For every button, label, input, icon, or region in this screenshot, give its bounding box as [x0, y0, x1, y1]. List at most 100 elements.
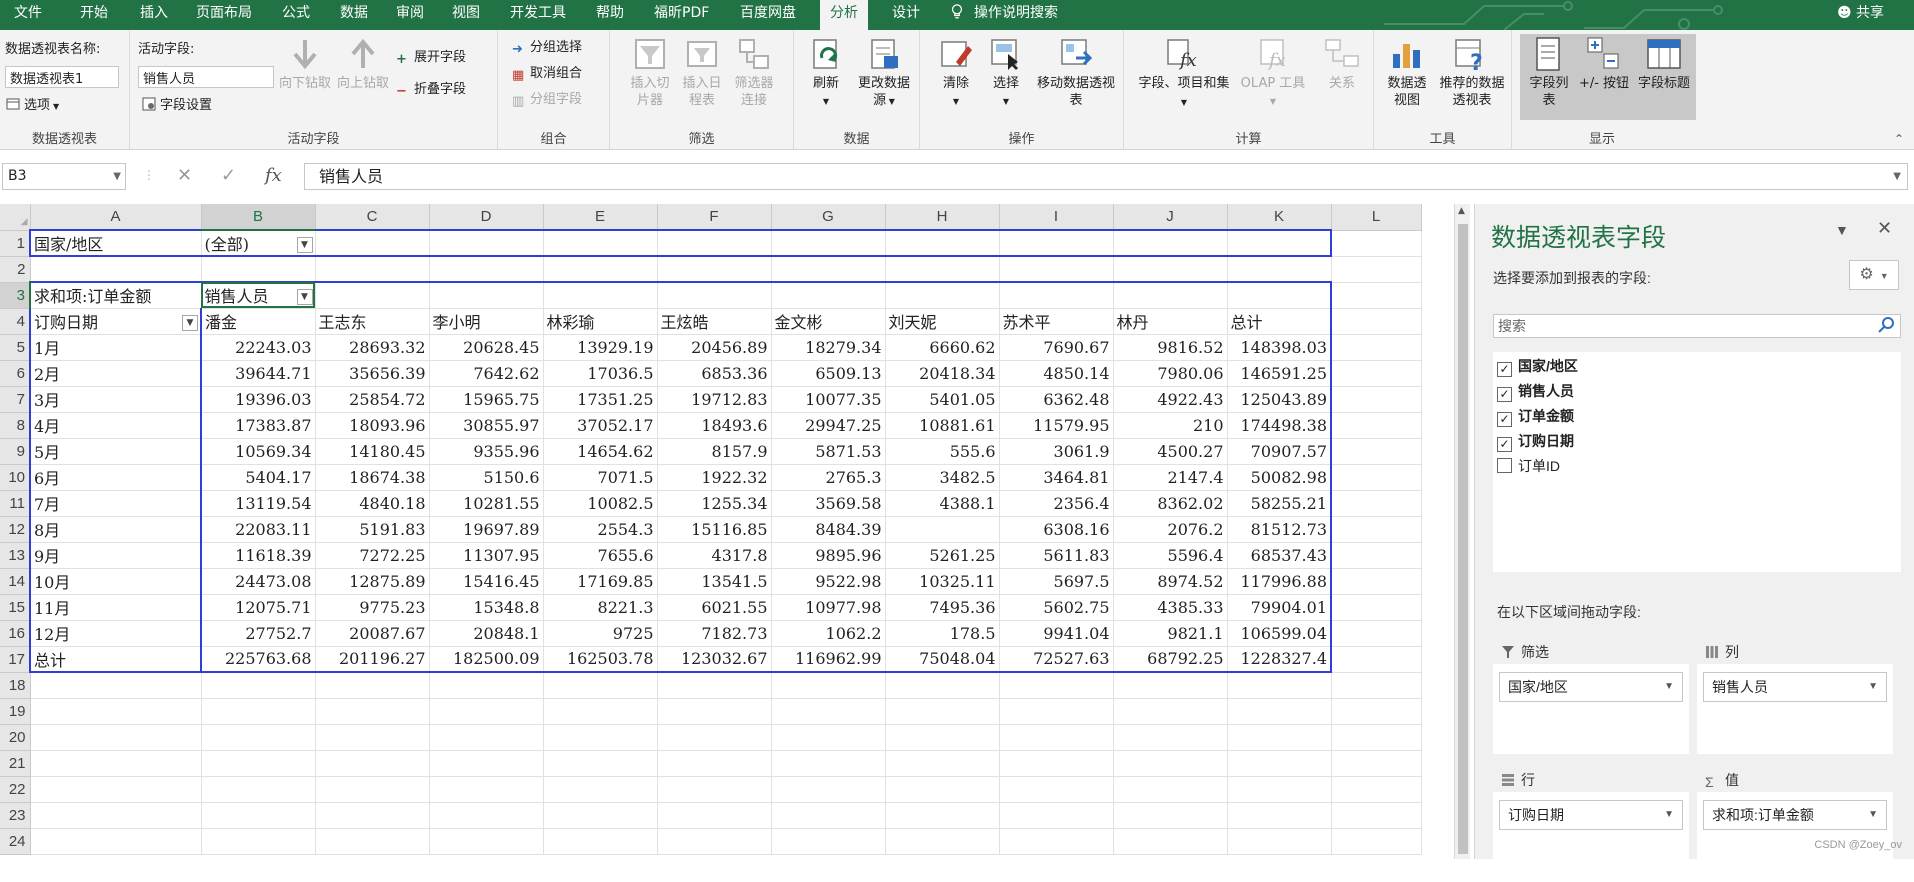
row-header[interactable]: 16: [0, 620, 31, 647]
value-cell[interactable]: 106599.04: [1227, 620, 1332, 647]
cell[interactable]: [201, 828, 316, 855]
move-pivot-button[interactable]: 移动数据透视表: [1036, 36, 1116, 109]
cell[interactable]: [999, 281, 1114, 309]
active-field-input[interactable]: [138, 66, 274, 88]
insert-function-icon[interactable]: fx: [265, 165, 282, 186]
cell[interactable]: [657, 672, 772, 699]
tab-file[interactable]: 文件: [4, 0, 52, 30]
tell-me-search[interactable]: 操作说明搜索: [950, 0, 1058, 30]
cell[interactable]: [543, 750, 658, 777]
value-cell[interactable]: 8974.52: [1113, 568, 1228, 595]
value-cell[interactable]: 20848.1: [429, 620, 544, 647]
value-cell[interactable]: 20087.67: [315, 620, 430, 647]
tab-home[interactable]: 开始: [70, 0, 118, 30]
value-cell[interactable]: 24473.08: [200, 568, 316, 595]
value-cell[interactable]: 17383.87: [200, 412, 316, 439]
value-cell[interactable]: 2554.3: [543, 516, 658, 543]
value-cell[interactable]: 25854.72: [315, 386, 430, 413]
value-cell[interactable]: 11307.95: [429, 542, 544, 569]
report-filter-value-cell[interactable]: (全部) ▼: [201, 229, 316, 257]
cell[interactable]: [1113, 672, 1228, 699]
field-list-button[interactable]: 字段列表: [1524, 36, 1574, 109]
column-field-header-cell[interactable]: 销售人员 ▼: [201, 281, 316, 309]
cell[interactable]: [1113, 256, 1228, 283]
cell[interactable]: [429, 828, 544, 855]
cell[interactable]: [657, 256, 772, 283]
value-cell[interactable]: 3569.58: [771, 490, 886, 517]
filters-drop-zone[interactable]: 国家/地区 ▼: [1493, 664, 1689, 754]
value-cell[interactable]: 29947.25: [771, 412, 886, 439]
value-cell[interactable]: 19396.03: [200, 386, 316, 413]
cell[interactable]: [1331, 828, 1422, 855]
cell[interactable]: [1331, 542, 1422, 569]
cell[interactable]: [30, 750, 202, 777]
value-cell[interactable]: 7071.5: [543, 464, 658, 491]
cell[interactable]: [1331, 698, 1422, 725]
value-cell[interactable]: 4388.1: [885, 490, 1000, 517]
row-header[interactable]: 4: [0, 308, 31, 335]
value-cell[interactable]: 3464.81: [999, 464, 1114, 491]
cell[interactable]: [1331, 490, 1422, 517]
checkbox[interactable]: ✓: [1497, 412, 1512, 427]
value-cell[interactable]: 4840.18: [315, 490, 430, 517]
cell[interactable]: [999, 698, 1114, 725]
value-cell[interactable]: 20456.89: [657, 333, 772, 361]
cell[interactable]: [30, 776, 202, 803]
cell[interactable]: [1227, 802, 1332, 829]
value-cell[interactable]: 7690.67: [999, 333, 1114, 361]
tab-formulas[interactable]: 公式: [272, 0, 320, 30]
col-header-h[interactable]: H: [885, 204, 1000, 231]
cell[interactable]: [429, 256, 544, 283]
value-cell[interactable]: 117996.88: [1227, 568, 1332, 595]
value-cell[interactable]: 18093.96: [315, 412, 430, 439]
select-button[interactable]: 选择 ▼: [986, 36, 1026, 110]
cell[interactable]: [1331, 230, 1422, 257]
value-cell[interactable]: 17036.5: [543, 360, 658, 387]
cell[interactable]: [885, 724, 1000, 751]
cell[interactable]: [657, 229, 772, 257]
tab-insert[interactable]: 插入: [130, 0, 178, 30]
col-header-i[interactable]: I: [999, 204, 1114, 231]
cell[interactable]: [1331, 750, 1422, 777]
value-cell[interactable]: 37052.17: [543, 412, 658, 439]
row-label-cell[interactable]: 4月: [29, 412, 202, 439]
checkbox[interactable]: ✓: [1497, 437, 1512, 452]
column-label-cell[interactable]: 刘天妮: [885, 308, 1000, 335]
column-label-cell[interactable]: 潘金: [200, 308, 316, 335]
change-source-button[interactable]: 更改数据源 ▼: [854, 36, 914, 110]
value-cell[interactable]: 5261.25: [885, 542, 1000, 569]
row-header[interactable]: 18: [0, 672, 31, 699]
tab-page-layout[interactable]: 页面布局: [186, 0, 262, 30]
cell[interactable]: [1227, 672, 1332, 699]
value-cell[interactable]: 125043.89: [1227, 386, 1332, 413]
value-cell[interactable]: 8157.9: [657, 438, 772, 465]
value-cell[interactable]: 27752.7: [200, 620, 316, 647]
cell[interactable]: [429, 698, 544, 725]
row-label-cell[interactable]: 10月: [29, 568, 202, 595]
row-label-cell[interactable]: 5月: [29, 438, 202, 465]
row-label-cell[interactable]: 8月: [29, 516, 202, 543]
cell[interactable]: [885, 802, 1000, 829]
field-headers-button[interactable]: 字段标题: [1638, 36, 1690, 92]
cell[interactable]: [543, 256, 658, 283]
value-cell[interactable]: 5602.75: [999, 594, 1114, 621]
cell[interactable]: [1331, 256, 1422, 283]
values-field-label[interactable]: 求和项:订单金额: [29, 281, 202, 309]
grand-total-cell[interactable]: 123032.67: [657, 646, 772, 673]
value-cell[interactable]: 10569.34: [200, 438, 316, 465]
row-header[interactable]: 17: [0, 646, 31, 673]
scroll-up-icon[interactable]: ▲: [1458, 206, 1465, 216]
formula-input[interactable]: 销售人员 ▼: [304, 163, 1908, 190]
value-cell[interactable]: 22243.03: [200, 333, 316, 361]
row-header[interactable]: 6: [0, 360, 31, 387]
value-cell[interactable]: 3482.5: [885, 464, 1000, 491]
row-header[interactable]: 22: [0, 776, 31, 803]
value-cell[interactable]: 58255.21: [1227, 490, 1332, 517]
value-cell[interactable]: 81512.73: [1227, 516, 1332, 543]
cell[interactable]: [771, 828, 886, 855]
value-cell[interactable]: 5697.5: [999, 568, 1114, 595]
value-cell[interactable]: 9941.04: [999, 620, 1114, 647]
value-cell[interactable]: 6308.16: [999, 516, 1114, 543]
cell[interactable]: [429, 750, 544, 777]
value-cell[interactable]: 17169.85: [543, 568, 658, 595]
